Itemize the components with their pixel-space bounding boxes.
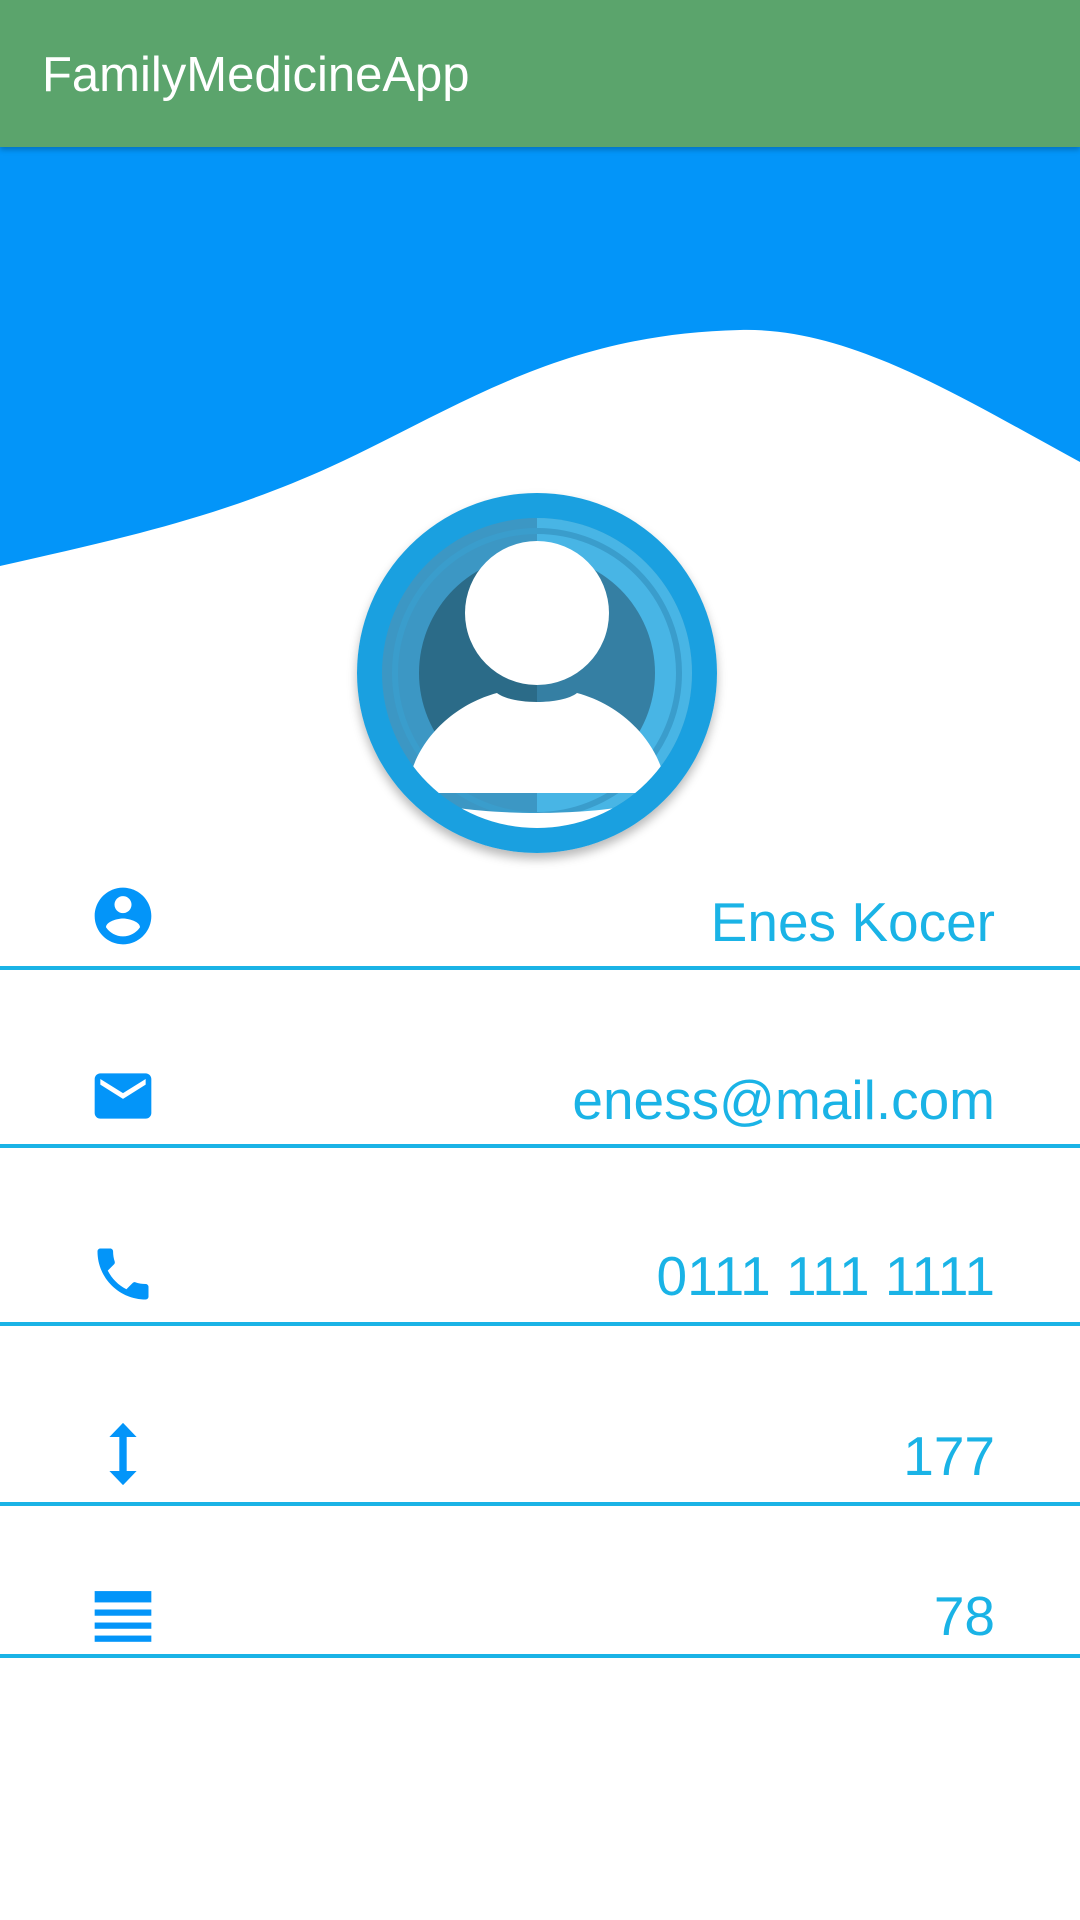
profile-avatar[interactable] xyxy=(357,493,717,853)
phone-value[interactable]: 0111 111 1111 xyxy=(657,1244,995,1308)
phone-icon xyxy=(89,1240,157,1308)
name-underline xyxy=(0,966,1080,970)
email-value[interactable]: eness@mail.com xyxy=(572,1068,995,1132)
height-value[interactable]: 177 xyxy=(903,1424,995,1488)
email-underline xyxy=(0,1144,1080,1148)
app-title: FamilyMedicineApp xyxy=(42,48,470,102)
phone-underline xyxy=(0,1322,1080,1326)
height-arrows-icon xyxy=(89,1420,157,1488)
weight-underline xyxy=(0,1654,1080,1658)
name-value[interactable]: Enes Kocer xyxy=(711,890,995,954)
app-bar: FamilyMedicineApp xyxy=(0,0,1080,147)
profile-screen: FamilyMedicineApp Enes Kocer eness@mail.… xyxy=(0,0,1080,1920)
weight-lines-icon xyxy=(89,1584,157,1652)
profile-field-email: eness@mail.com xyxy=(0,1050,1080,1150)
height-underline xyxy=(0,1502,1080,1506)
weight-value[interactable]: 78 xyxy=(934,1584,995,1648)
email-icon xyxy=(89,1062,157,1130)
account-circle-icon xyxy=(89,882,157,950)
profile-field-phone: 0111 111 1111 xyxy=(0,1228,1080,1328)
profile-field-name: Enes Kocer xyxy=(0,870,1080,970)
profile-field-height: 177 xyxy=(0,1408,1080,1508)
user-avatar-icon xyxy=(357,493,717,853)
profile-field-weight: 78 xyxy=(0,1580,1080,1670)
